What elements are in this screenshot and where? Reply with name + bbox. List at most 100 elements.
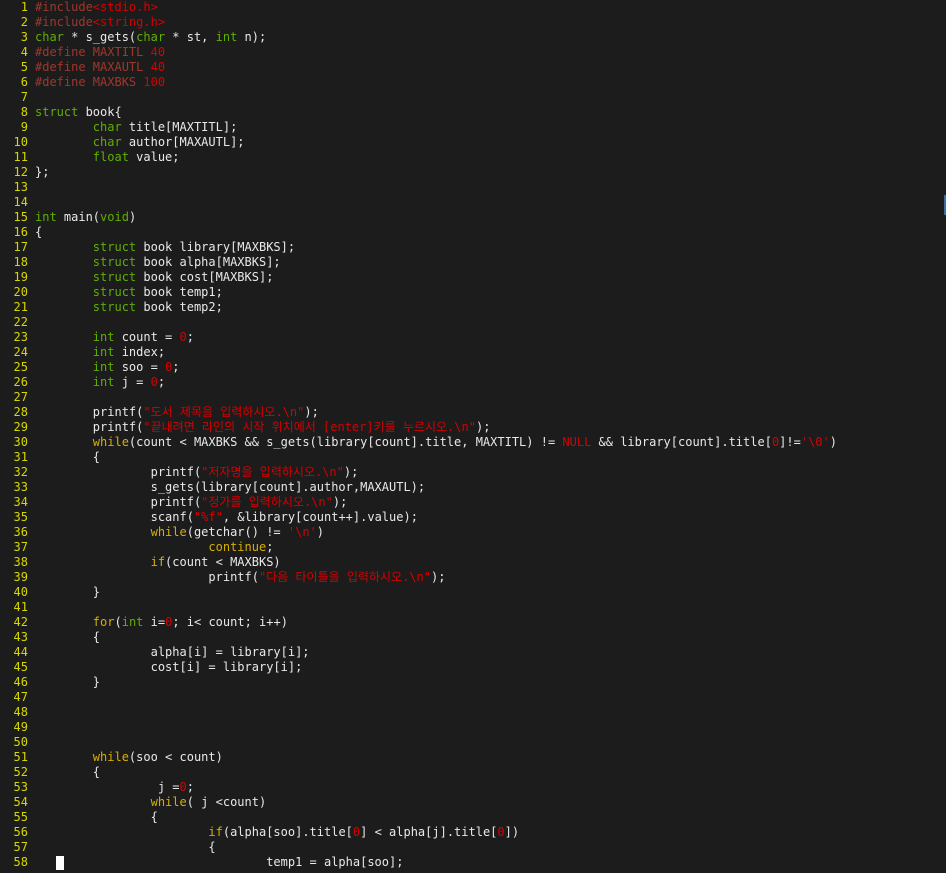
code-token: main( <box>56 210 101 224</box>
code-token: book alpha[MAXBKS]; <box>136 255 281 269</box>
code-line[interactable]: 41 <box>0 600 946 615</box>
code-line[interactable]: 18 struct book alpha[MAXBKS]; <box>0 255 946 270</box>
line-number: 58 <box>13 855 28 869</box>
line-number: 17 <box>13 240 28 254</box>
keyword-token: struct <box>92 240 137 254</box>
code-text: struct book library[MAXBKS]; <box>35 240 946 255</box>
code-line[interactable]: 35 scanf("%f", &library[count++].value); <box>0 510 946 525</box>
keyword-token: struct <box>92 255 137 269</box>
line-number: 32 <box>13 465 28 479</box>
code-line[interactable]: 22 <box>0 315 946 330</box>
code-line[interactable]: 11 float value; <box>0 150 946 165</box>
code-token: * s_gets( <box>63 30 137 44</box>
code-line[interactable]: 16 { <box>0 225 946 240</box>
code-line[interactable]: 26 int j = 0; <box>0 375 946 390</box>
code-line[interactable]: 58 temp1 = alpha[soo]; <box>0 855 946 870</box>
number-token: 0 <box>150 375 158 389</box>
null-token: NULL <box>562 435 592 449</box>
code-line[interactable]: 56 if(alpha[soo].title[0] < alpha[j].tit… <box>0 825 946 840</box>
line-number: 16 <box>13 225 28 239</box>
line-number: 1 <box>20 0 28 14</box>
code-line[interactable]: 9 char title[MAXTITL]; <box>0 120 946 135</box>
code-line[interactable]: 19 struct book cost[MAXBKS]; <box>0 270 946 285</box>
code-text: int index; <box>35 345 946 360</box>
code-text: if(alpha[soo].title[0] < alpha[j].title[… <box>35 825 946 840</box>
code-line[interactable]: 27 <box>0 390 946 405</box>
code-line[interactable]: 10 char author[MAXAUTL]; <box>0 135 946 150</box>
code-token: ; <box>266 540 274 554</box>
code-token: book library[MAXBKS]; <box>136 240 296 254</box>
code-token: ; i< count; i++) <box>172 615 288 629</box>
code-token: ); <box>332 495 348 509</box>
keyword-token: struct <box>92 285 137 299</box>
code-line[interactable]: 30 while(count < MAXBKS && s_gets(librar… <box>0 435 946 450</box>
code-line[interactable]: 57 { <box>0 840 946 855</box>
code-line[interactable]: 55 { <box>0 810 946 825</box>
line-number: 36 <box>13 525 28 539</box>
line-number: 49 <box>13 720 28 734</box>
code-line[interactable]: 32 printf("저자명을 입력하시오.\n"); <box>0 465 946 480</box>
code-line[interactable]: 23 int count = 0; <box>0 330 946 345</box>
code-line[interactable]: 14 <box>0 195 946 210</box>
code-line[interactable]: 40 } <box>0 585 946 600</box>
code-line[interactable]: 17 struct book library[MAXBKS]; <box>0 240 946 255</box>
code-text: int count = 0; <box>35 330 946 345</box>
code-line[interactable]: 3 char * s_gets(char * st, int n); <box>0 30 946 45</box>
code-line[interactable]: 51 while(soo < count) <box>0 750 946 765</box>
code-line[interactable]: 28 printf("도서 제목을 입력하시오.\n"); <box>0 405 946 420</box>
code-line[interactable]: 48 <box>0 705 946 720</box>
code-line[interactable]: 42 for(int i=0; i< count; i++) <box>0 615 946 630</box>
code-text: for(int i=0; i< count; i++) <box>35 615 946 630</box>
code-line[interactable]: 25 int soo = 0; <box>0 360 946 375</box>
code-line[interactable]: 12}; <box>0 165 946 180</box>
code-token: { <box>35 810 158 824</box>
code-line[interactable]: 2 #include<string.h> <box>0 15 946 30</box>
code-line[interactable]: 44 alpha[i] = library[i]; <box>0 645 946 660</box>
code-line[interactable]: 37 continue; <box>0 540 946 555</box>
code-line[interactable]: 24 int index; <box>0 345 946 360</box>
code-editor[interactable]: 1 #include<stdio.h> 2 #include<string.h> 3 ch… <box>0 0 946 873</box>
code-line[interactable]: 53 j =0; <box>0 780 946 795</box>
code-line[interactable]: 43 { <box>0 630 946 645</box>
code-line[interactable]: 7 <box>0 90 946 105</box>
code-line[interactable]: 54 while( j <count) <box>0 795 946 810</box>
string-token: "저자명을 입력하시오.\n" <box>201 465 344 479</box>
code-line[interactable]: 13 <box>0 180 946 195</box>
code-line[interactable]: 33 s_gets(library[count].author,MAXAUTL)… <box>0 480 946 495</box>
code-line[interactable]: 34 printf("정가를 입력하시오.\n"); <box>0 495 946 510</box>
code-token: author[MAXAUTL]; <box>121 135 245 149</box>
code-line[interactable]: 36 while(getchar() != '\n') <box>0 525 946 540</box>
code-line[interactable]: 45 cost[i] = library[i]; <box>0 660 946 675</box>
code-text: scanf("%f", &library[count++].value); <box>35 510 946 525</box>
code-token: ); <box>343 465 359 479</box>
code-line[interactable]: 46 } <box>0 675 946 690</box>
line-number: 14 <box>13 195 28 209</box>
code-text: #define MAXBKS 100 <box>35 75 946 90</box>
code-line[interactable]: 38 if(count < MAXBKS) <box>0 555 946 570</box>
code-line[interactable]: 47 <box>0 690 946 705</box>
code-line[interactable]: 6 #define MAXBKS 100 <box>0 75 946 90</box>
code-token: ]!= <box>779 435 801 449</box>
code-line[interactable]: 49 <box>0 720 946 735</box>
code-line[interactable]: 20 struct book temp1; <box>0 285 946 300</box>
code-line[interactable]: 52 { <box>0 765 946 780</box>
code-line[interactable]: 39 printf("다음 타이틀을 입력하시오.\n"); <box>0 570 946 585</box>
line-number: 3 <box>20 30 28 44</box>
text-cursor <box>56 856 64 870</box>
code-text: continue; <box>35 540 946 555</box>
code-token: ; <box>186 780 194 794</box>
code-token: , &library[count++].value); <box>222 510 418 524</box>
code-line[interactable]: 5 #define MAXAUTL 40 <box>0 60 946 75</box>
code-line[interactable]: 15 int main(void) <box>0 210 946 225</box>
code-line[interactable]: 21 struct book temp2; <box>0 300 946 315</box>
code-line[interactable]: 50 <box>0 735 946 750</box>
code-line[interactable]: 31 { <box>0 450 946 465</box>
code-line[interactable]: 29 printf("끝내려면 라인의 시작 위치에서 [enter]키를 누르… <box>0 420 946 435</box>
code-line[interactable]: 4 #define MAXTITL 40 <box>0 45 946 60</box>
code-line[interactable]: 8 struct book{ <box>0 105 946 120</box>
code-line[interactable]: 1 #include<stdio.h> <box>0 0 946 15</box>
